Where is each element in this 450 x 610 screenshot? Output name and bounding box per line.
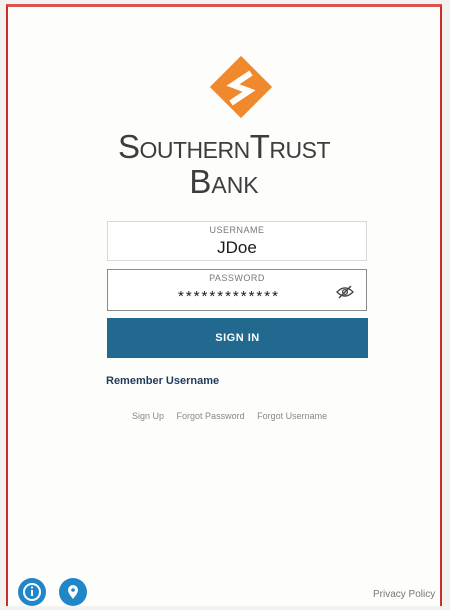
username-value: JDoe (217, 238, 257, 257)
forgot-username-link[interactable]: Forgot Username (257, 411, 327, 421)
eye-slash-icon[interactable] (336, 285, 354, 299)
username-field[interactable]: USERNAME JDoe (107, 221, 367, 261)
location-pin-icon (68, 585, 78, 599)
info-icon (23, 583, 41, 601)
remember-username-link[interactable]: Remember Username (106, 375, 219, 387)
username-label: USERNAME (209, 225, 265, 235)
password-value: ************* (178, 288, 280, 305)
sign-in-button[interactable]: SIGN IN (107, 318, 368, 358)
bank-logo-icon (209, 55, 273, 119)
location-button[interactable] (59, 578, 87, 606)
sign-up-link[interactable]: Sign Up (132, 411, 164, 421)
password-label: PASSWORD (209, 273, 265, 283)
brand-name-line1: SouthernTrust (118, 128, 331, 165)
privacy-policy-link[interactable]: Privacy Policy (373, 589, 435, 600)
brand-name-line2: Bank (189, 163, 259, 200)
forgot-password-link[interactable]: Forgot Password (177, 411, 245, 421)
info-button[interactable] (18, 578, 46, 606)
login-screen: SouthernTrust Bank USERNAME JDoe PASSWOR… (6, 4, 442, 606)
account-links: Sign Up Forgot Password Forgot Username (132, 411, 337, 421)
password-field[interactable]: PASSWORD ************* (107, 269, 367, 311)
brand-name: SouthernTrust Bank (8, 129, 440, 199)
